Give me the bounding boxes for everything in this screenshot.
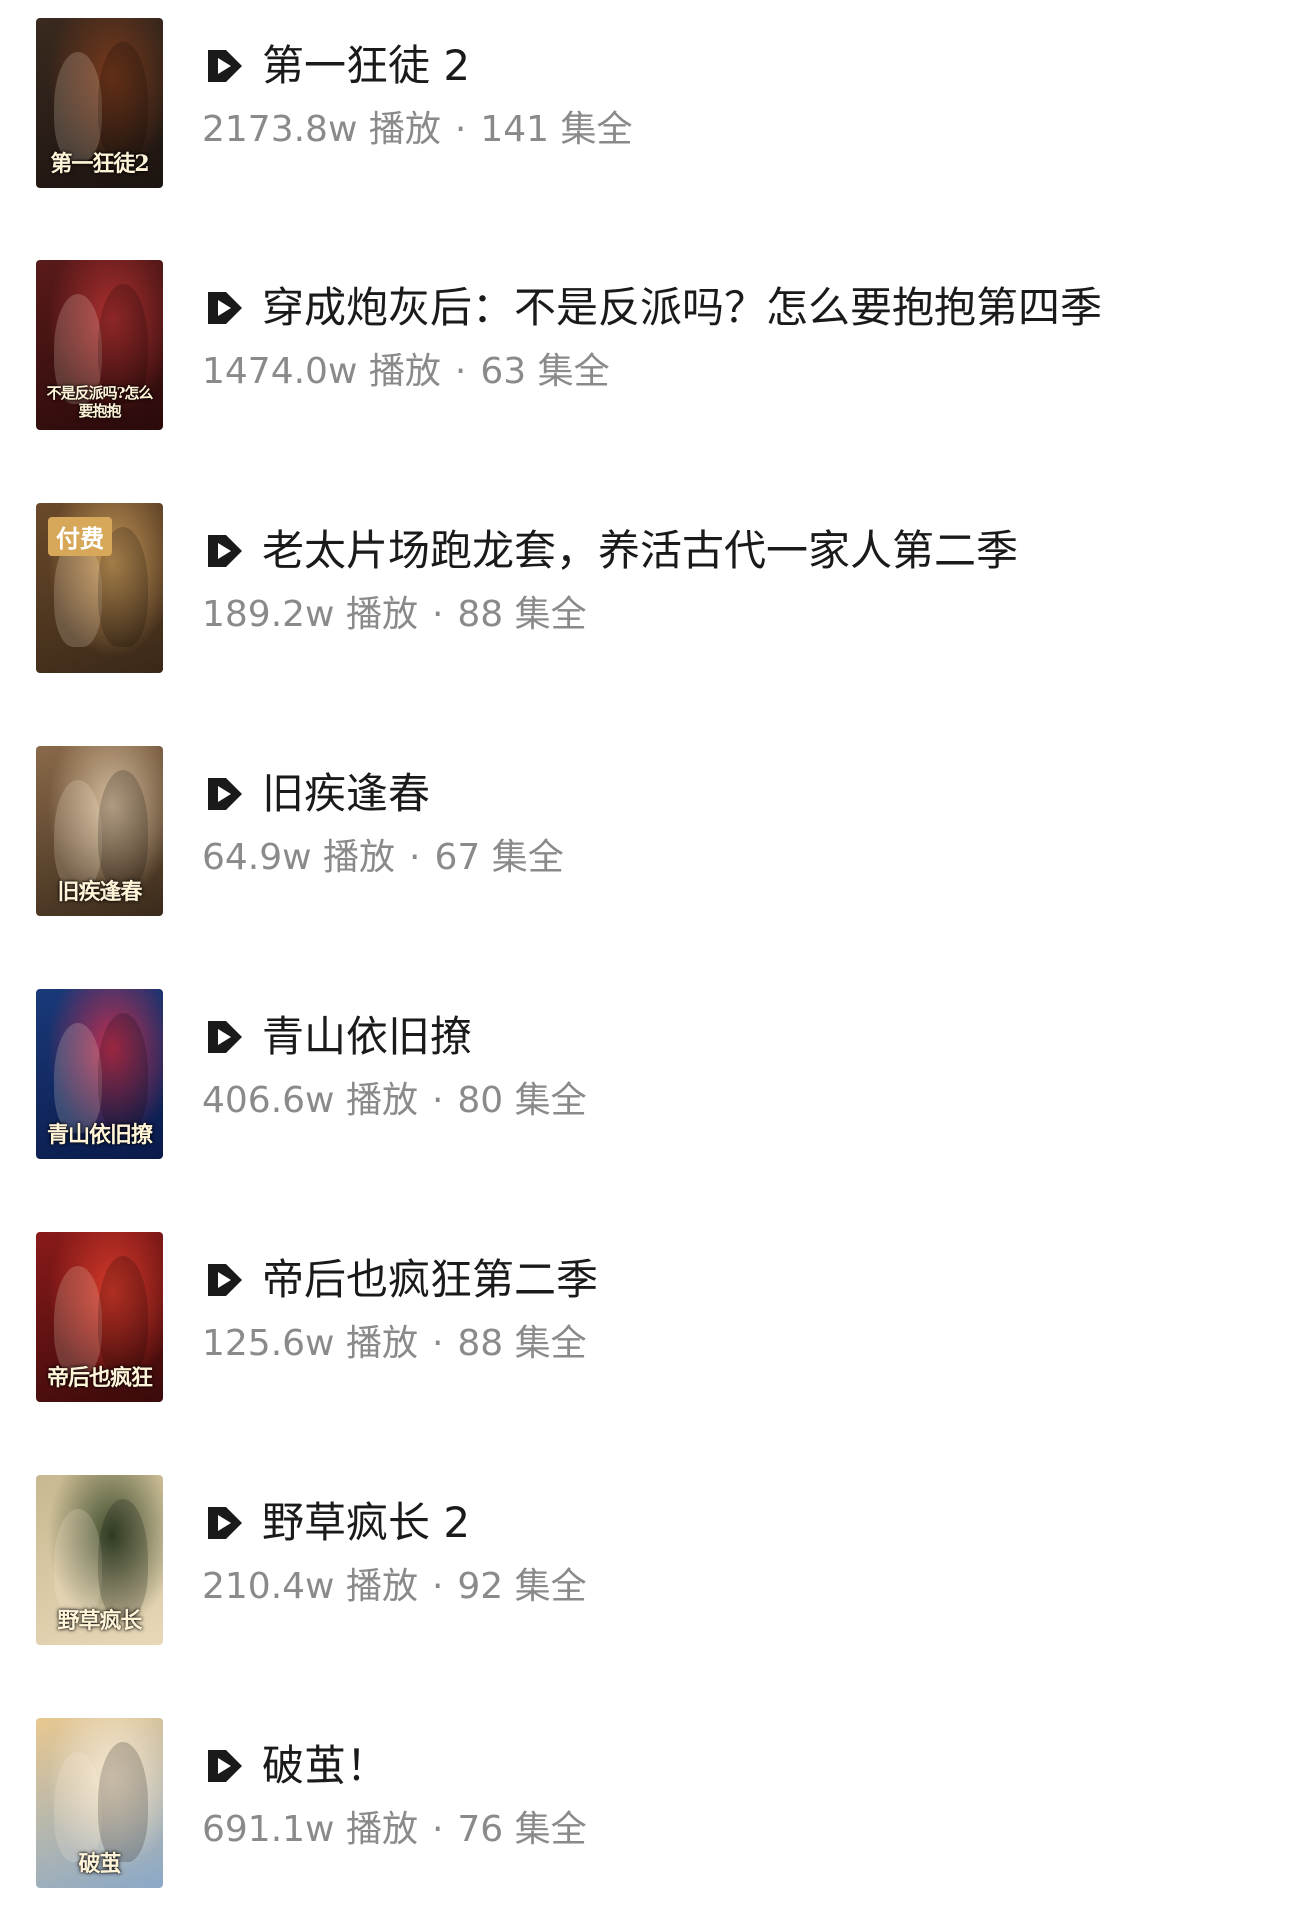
separator-dot: ·	[431, 594, 444, 635]
separator-dot: ·	[431, 1080, 444, 1121]
poster-caption: 青山依旧撩	[46, 1122, 153, 1148]
drama-title[interactable]: 第一狂徒 2	[262, 40, 470, 92]
list-item[interactable]: 不是反派吗?怎么要抱抱 穿成炮灰后：不是反派吗？怎么要抱抱第四季 1474.0w 播…	[0, 260, 1289, 430]
poster-figure	[98, 770, 148, 890]
episode-count: 76 集全	[457, 1809, 587, 1850]
list-item[interactable]: 第一狂徒2 第一狂徒 2 2173.8w 播放 · 141 集全	[0, 18, 1289, 188]
episode-count: 67 集全	[434, 837, 564, 878]
list-item[interactable]: 青山依旧撩 青山依旧撩 406.6w 播放 · 80 集全	[0, 989, 1289, 1159]
poster-figure	[98, 1013, 148, 1133]
play-count: 189.2w 播放	[202, 594, 418, 635]
play-count: 125.6w 播放	[202, 1323, 418, 1364]
separator-dot: ·	[454, 109, 467, 150]
poster-thumbnail[interactable]: 不是反派吗?怎么要抱抱	[36, 260, 163, 430]
episode-count: 80 集全	[457, 1080, 587, 1121]
play-badge-icon	[208, 1264, 242, 1296]
drama-title[interactable]: 穿成炮灰后：不是反派吗？怎么要抱抱第四季	[262, 282, 1102, 334]
poster-figure	[98, 42, 148, 162]
list-item[interactable]: 帝后也疯狂 帝后也疯狂第二季 125.6w 播放 · 88 集全	[0, 1232, 1289, 1402]
drama-title[interactable]: 野草疯长 2	[262, 1497, 470, 1549]
episode-count: 88 集全	[457, 1323, 587, 1364]
poster-caption: 破茧	[78, 1851, 121, 1877]
play-badge-icon	[208, 1507, 242, 1539]
episode-count: 63 集全	[480, 351, 610, 392]
drama-title[interactable]: 青山依旧撩	[262, 1011, 472, 1063]
separator-dot: ·	[409, 837, 421, 878]
list-item[interactable]: 付费 老太片场跑龙套，养活古代一家人第二季 189.2w 播放 · 88 集全	[0, 503, 1289, 673]
poster-thumbnail[interactable]: 帝后也疯狂	[36, 1232, 163, 1402]
play-count: 64.9w 播放	[202, 837, 396, 878]
poster-caption: 不是反派吗?怎么要抱抱	[46, 384, 154, 420]
play-badge-icon	[208, 1750, 242, 1782]
drama-meta: 406.6w 播放 · 80 集全	[202, 1079, 587, 1123]
drama-title[interactable]: 旧疾逢春	[262, 768, 430, 820]
list-item[interactable]: 破茧 破茧！ 691.1w 播放 · 76 集全	[0, 1718, 1289, 1888]
poster-thumbnail[interactable]: 青山依旧撩	[36, 989, 163, 1159]
play-count: 210.4w 播放	[202, 1566, 418, 1607]
poster-caption: 旧疾逢春	[57, 879, 142, 905]
poster-caption: 第一狂徒2	[50, 151, 149, 177]
drama-meta: 125.6w 播放 · 88 集全	[202, 1322, 587, 1366]
play-count: 406.6w 播放	[202, 1080, 418, 1121]
drama-title[interactable]: 破茧！	[262, 1740, 388, 1792]
separator-dot: ·	[454, 351, 467, 392]
play-badge-icon	[208, 1021, 242, 1053]
poster-thumbnail[interactable]: 旧疾逢春	[36, 746, 163, 916]
drama-meta: 691.1w 播放 · 76 集全	[202, 1808, 587, 1852]
separator-dot: ·	[431, 1566, 444, 1607]
drama-title[interactable]: 老太片场跑龙套，养活古代一家人第二季	[262, 525, 1018, 577]
play-count: 2173.8w 播放	[202, 109, 441, 150]
list-item[interactable]: 野草疯长 野草疯长 2 210.4w 播放 · 92 集全	[0, 1475, 1289, 1645]
separator-dot: ·	[431, 1809, 444, 1850]
poster-caption: 帝后也疯狂	[46, 1365, 153, 1391]
poster-figure	[98, 1742, 148, 1862]
episode-count: 141 集全	[480, 109, 633, 150]
episode-count: 92 集全	[457, 1566, 587, 1607]
episode-count: 88 集全	[457, 594, 587, 635]
poster-thumbnail[interactable]: 野草疯长	[36, 1475, 163, 1645]
poster-thumbnail[interactable]: 付费	[36, 503, 163, 673]
drama-meta: 64.9w 播放 · 67 集全	[202, 836, 564, 880]
poster-figure	[98, 1256, 148, 1376]
separator-dot: ·	[431, 1323, 444, 1364]
drama-meta: 2173.8w 播放 · 141 集全	[202, 108, 632, 152]
drama-title[interactable]: 帝后也疯狂第二季	[262, 1254, 598, 1306]
poster-caption: 野草疯长	[57, 1608, 142, 1634]
play-count: 1474.0w 播放	[202, 351, 441, 392]
poster-thumbnail[interactable]: 第一狂徒2	[36, 18, 163, 188]
play-count: 691.1w 播放	[202, 1809, 418, 1850]
poster-thumbnail[interactable]: 破茧	[36, 1718, 163, 1888]
play-badge-icon	[208, 292, 242, 324]
play-badge-icon	[208, 778, 242, 810]
drama-meta: 1474.0w 播放 · 63 集全	[202, 350, 610, 394]
play-badge-icon	[208, 535, 242, 567]
paid-badge: 付费	[48, 517, 112, 556]
drama-meta: 210.4w 播放 · 92 集全	[202, 1565, 587, 1609]
drama-meta: 189.2w 播放 · 88 集全	[202, 593, 587, 637]
play-badge-icon	[208, 50, 242, 82]
poster-figure	[98, 1499, 148, 1619]
list-item[interactable]: 旧疾逢春 旧疾逢春 64.9w 播放 · 67 集全	[0, 746, 1289, 916]
